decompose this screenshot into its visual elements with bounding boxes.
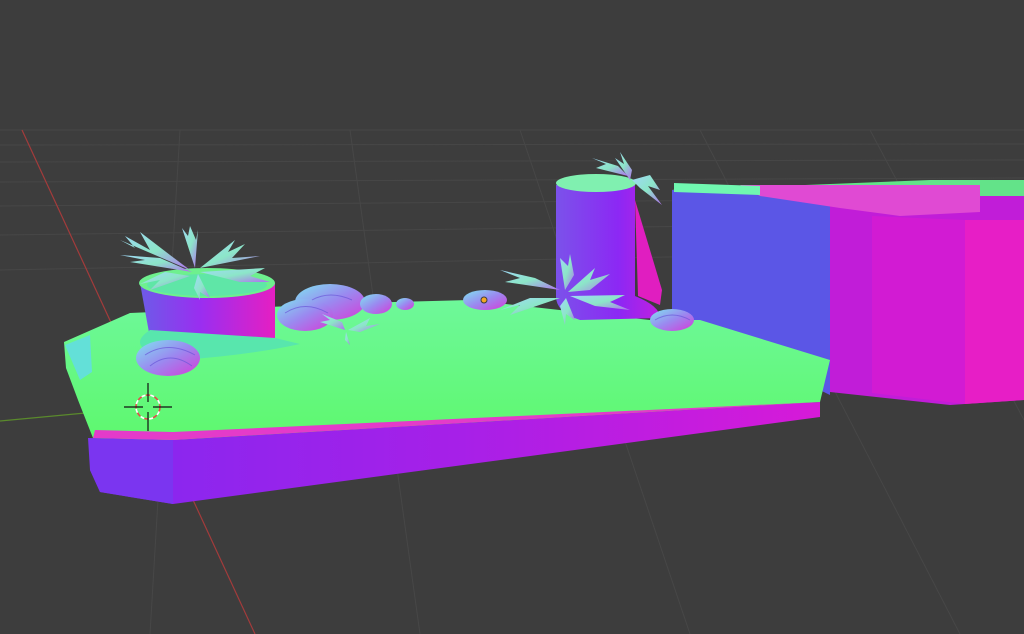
base-left-face	[88, 438, 173, 504]
object-origin-icon[interactable]	[480, 296, 488, 304]
viewport-canvas[interactable]	[0, 0, 1024, 634]
3d-viewport[interactable]	[0, 0, 1024, 634]
